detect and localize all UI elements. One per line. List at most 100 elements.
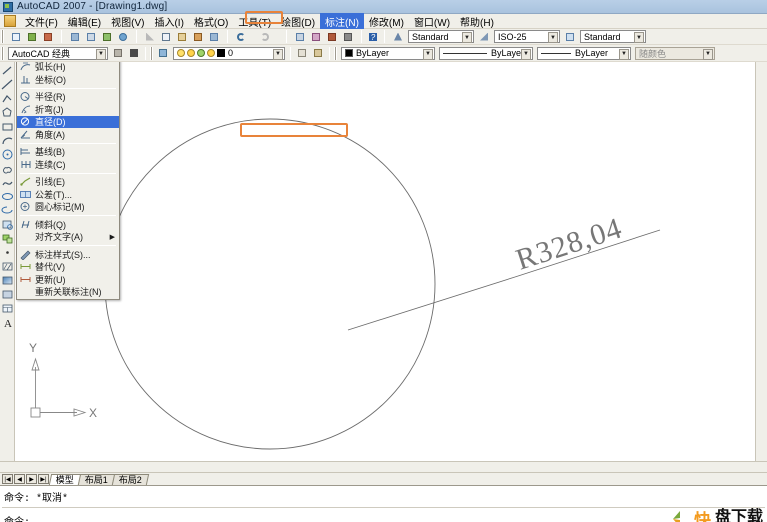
paste-icon[interactable] xyxy=(175,30,189,44)
menuitem-center-mark[interactable]: 圆心标记(M) xyxy=(17,201,119,214)
table-icon[interactable] xyxy=(1,302,14,316)
toolbar-grip[interactable] xyxy=(150,46,153,60)
menu-tools[interactable]: 工具(T) xyxy=(233,13,276,30)
dim-style-combo[interactable]: ISO-25 ▼ xyxy=(494,30,560,43)
chevron-down-icon[interactable]: ▼ xyxy=(548,32,558,43)
publish-icon[interactable] xyxy=(100,30,114,44)
undo-icon[interactable] xyxy=(234,30,248,44)
chevron-down-icon[interactable]: ▼ xyxy=(634,32,644,43)
menuitem-leader[interactable]: 引线(E) xyxy=(17,176,119,189)
lineweight-combo[interactable]: ByLayer ▼ xyxy=(537,46,631,60)
tab-model[interactable]: 模型 xyxy=(48,473,82,485)
rectangle-icon[interactable] xyxy=(1,120,14,134)
menuitem-jogged[interactable]: 折弯(J) xyxy=(17,103,119,116)
3dorbit-icon[interactable] xyxy=(116,30,130,44)
layer-on-icon[interactable] xyxy=(177,49,185,57)
linetype-combo[interactable]: ByLayer ▼ xyxy=(439,46,533,60)
designcenter-icon[interactable] xyxy=(293,30,307,44)
polygon-icon[interactable] xyxy=(1,106,14,120)
toolbar-grip[interactable] xyxy=(334,46,337,60)
menuitem-dim-style[interactable]: 标注样式(S)... xyxy=(17,248,119,261)
chevron-down-icon[interactable]: ▼ xyxy=(619,48,629,60)
menu-insert[interactable]: 插入(I) xyxy=(149,13,188,30)
make-block-icon[interactable] xyxy=(1,232,14,246)
layer-color-swatch[interactable] xyxy=(217,49,225,57)
line-icon[interactable] xyxy=(1,64,14,78)
text-style-icon[interactable] xyxy=(391,30,405,44)
vertical-scrollbar[interactable] xyxy=(755,62,767,461)
gradient-icon[interactable] xyxy=(1,274,14,288)
chevron-down-icon[interactable]: ▼ xyxy=(96,48,106,60)
tab-nav-prev[interactable]: ◀ xyxy=(14,474,25,484)
menuitem-update[interactable]: 更新(U) xyxy=(17,273,119,286)
layer-previous-icon[interactable] xyxy=(311,46,325,60)
cut-icon[interactable] xyxy=(143,30,157,44)
command-prompt-line[interactable]: 命令: xyxy=(0,510,767,522)
menu-view[interactable]: 视图(V) xyxy=(106,13,149,30)
make-object-layer-current-icon[interactable] xyxy=(295,46,309,60)
horizontal-scrollbar[interactable] xyxy=(0,461,767,472)
table-style-combo[interactable]: Standard ▼ xyxy=(580,30,646,43)
color-combo[interactable]: ByLayer ▼ xyxy=(341,46,435,60)
region-icon[interactable] xyxy=(1,288,14,302)
tab-nav-last[interactable]: ▶| xyxy=(38,474,49,484)
ellipse-icon[interactable] xyxy=(1,190,14,204)
sheetset-icon[interactable] xyxy=(325,30,339,44)
command-line-area[interactable]: 命令: *取消* 命令: 快 盘下载 绿色 · 安全 · 高速 xyxy=(0,485,767,522)
menuitem-ordinate[interactable]: 坐标(O) xyxy=(17,73,119,86)
menuitem-align-text[interactable]: 对齐文字(A) ▶ xyxy=(17,231,119,244)
menu-help[interactable]: 帮助(H) xyxy=(455,13,499,30)
menuitem-diameter[interactable]: 直径(D) xyxy=(17,115,119,128)
multiline-text-icon[interactable]: A xyxy=(1,316,14,330)
layer-plot-icon[interactable] xyxy=(207,49,215,57)
workspace-combo[interactable]: AutoCAD 经典 ▼ xyxy=(8,46,108,60)
ellipse-arc-icon[interactable] xyxy=(1,204,14,218)
tab-layout1[interactable]: 布局1 xyxy=(77,473,116,485)
menu-window[interactable]: 窗口(W) xyxy=(409,13,455,30)
polyline-icon[interactable] xyxy=(1,92,14,106)
drawing-canvas[interactable]: R328,04 Y X 快速标注(Q) 线性(L) xyxy=(15,62,755,461)
dim-style-icon[interactable] xyxy=(477,30,491,44)
menuitem-baseline[interactable]: 基线(B) xyxy=(17,146,119,159)
chevron-down-icon[interactable]: ▼ xyxy=(521,48,531,60)
menu-dimension[interactable]: 标注(N) xyxy=(320,12,364,30)
menuitem-oblique[interactable]: 倾斜(Q) xyxy=(17,218,119,231)
menu-draw[interactable]: 绘图(D) xyxy=(276,13,320,30)
redo-icon[interactable] xyxy=(258,30,272,44)
spline-icon[interactable] xyxy=(1,176,14,190)
undo-dropdown-icon[interactable] xyxy=(250,30,256,44)
tab-layout2[interactable]: 布局2 xyxy=(111,473,150,485)
menuitem-arclength[interactable]: 弧长(H) xyxy=(17,62,119,73)
circle-icon[interactable] xyxy=(1,148,14,162)
arc-icon[interactable] xyxy=(1,134,14,148)
chevron-down-icon[interactable]: ▼ xyxy=(423,48,433,60)
toolpalettes-icon[interactable] xyxy=(309,30,323,44)
layer-properties-icon[interactable] xyxy=(156,46,170,60)
layer-freeze-icon[interactable] xyxy=(187,49,195,57)
plot-icon[interactable] xyxy=(68,30,82,44)
menuitem-angular[interactable]: 角度(A) xyxy=(17,128,119,141)
chevron-down-icon[interactable]: ▼ xyxy=(462,32,472,43)
revcloud-icon[interactable] xyxy=(1,162,14,176)
layer-combo[interactable]: 0 ▼ xyxy=(173,46,285,60)
menu-edit[interactable]: 编辑(E) xyxy=(63,13,106,30)
menu-file[interactable]: 文件(F) xyxy=(20,13,63,30)
tab-nav-first[interactable]: |◀ xyxy=(2,474,13,484)
construction-line-icon[interactable] xyxy=(1,78,14,92)
workspace-lock-icon[interactable] xyxy=(127,46,141,60)
menuitem-continue[interactable]: 连续(C) xyxy=(17,158,119,171)
menuitem-tolerance[interactable]: 公差(T)... xyxy=(17,188,119,201)
redo-dropdown-icon[interactable] xyxy=(274,30,280,44)
menuitem-override[interactable]: 替代(V) xyxy=(17,261,119,274)
plot-preview-icon[interactable] xyxy=(84,30,98,44)
insert-block-icon[interactable] xyxy=(1,218,14,232)
block-editor-icon[interactable] xyxy=(207,30,221,44)
menu-format[interactable]: 格式(O) xyxy=(189,13,233,30)
toolbar-grip[interactable] xyxy=(1,46,4,60)
markup-icon[interactable] xyxy=(341,30,355,44)
hatch-icon[interactable] xyxy=(1,260,14,274)
matchprop-icon[interactable] xyxy=(191,30,205,44)
tab-nav-next[interactable]: ▶ xyxy=(26,474,37,484)
menuitem-reassociate[interactable]: 重新关联标注(N) xyxy=(17,286,119,299)
text-style-combo[interactable]: Standard ▼ xyxy=(408,30,474,43)
